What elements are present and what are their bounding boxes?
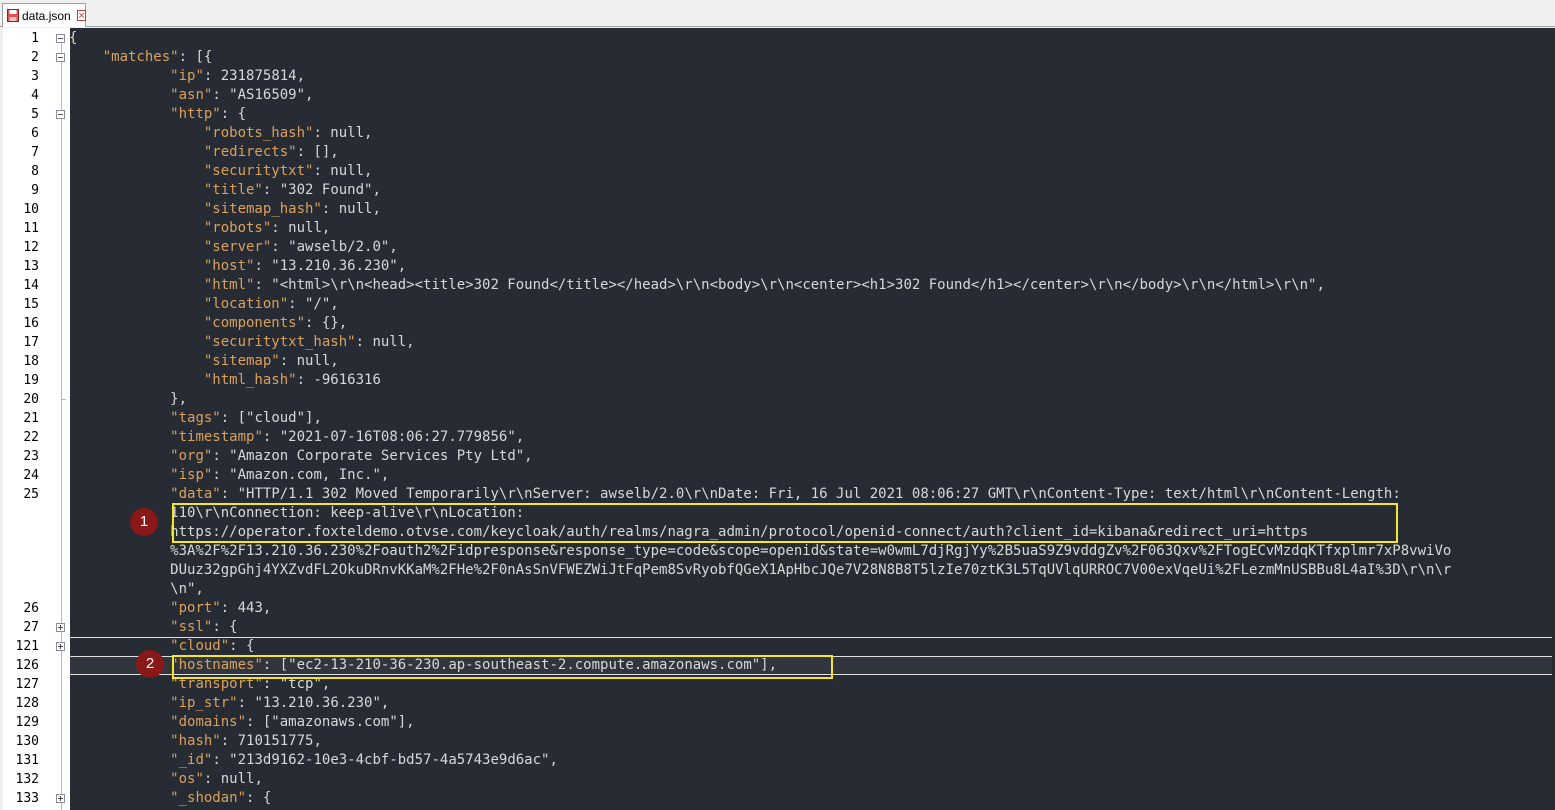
code-line[interactable]: "html_hash": -9616316 [69,371,381,390]
code-line[interactable]: "isp": "Amazon.com, Inc.", [69,466,389,485]
highlight-box-hostnames [172,655,833,679]
line-number: 129 [15,715,39,730]
code-line[interactable]: { [69,29,77,48]
line-number: 127 [15,677,39,692]
line-number: 15 [23,297,39,312]
code-line[interactable]: "tags": ["cloud"], [69,409,322,428]
close-x-icon[interactable]: × [76,10,87,21]
code-line[interactable]: "org": "Amazon Corporate Services Pty Lt… [69,447,532,466]
line-number: 2 [31,50,39,65]
fold-expand-icon[interactable] [56,642,65,651]
line-number: 1 [31,31,39,46]
line-number [3,561,39,580]
code-line[interactable]: "html": "<html>\r\n<head><title>302 Foun… [69,276,1325,295]
code-line[interactable]: "robots": null, [69,219,330,238]
code-line[interactable]: "_shodan": { [69,789,271,808]
line-number [3,542,39,561]
line-number [3,580,39,599]
code-line[interactable]: "location": "/", [69,295,339,314]
code-line[interactable]: "redirects": [], [69,143,339,162]
line-number: 7 [31,145,39,160]
line-number: 9 [31,183,39,198]
line-number: 8 [31,164,39,179]
code-line[interactable]: "hash": 710151775, [69,732,322,751]
code-line[interactable]: DUuz32gpGhj4YXZvdFL2OkuDRnvKKaM%2FHe%2F0… [69,561,1451,580]
line-number: 27 [23,620,39,635]
code-line[interactable]: "os": null, [69,770,263,789]
code-line[interactable]: "sitemap": null, [69,352,339,371]
fold-end-marker [61,399,66,400]
code-line[interactable]: "securitytxt_hash": null, [69,333,415,352]
line-number [3,504,39,523]
tab-data-json[interactable]: data.json × [2,3,87,27]
code-line[interactable]: "matches": [{ [69,48,213,67]
code-line[interactable]: "ip_str": "13.210.36.230", [69,694,389,713]
annotation-badge: 1 [130,508,158,536]
code-line[interactable]: "http": { [69,105,246,124]
code-line[interactable]: "timestamp": "2021-07-16T08:06:27.779856… [69,428,524,447]
line-number: 133 [15,791,39,806]
line-number: 10 [23,202,39,217]
save-disk-icon [7,8,19,23]
line-number [3,523,39,542]
line-number: 5 [31,107,39,122]
code-editor[interactable]: { "matches": [{ "ip": 231875814, "asn": … [3,28,1555,810]
line-number: 24 [23,468,39,483]
line-number: 17 [23,335,39,350]
fold-guide-line [61,43,62,810]
line-number: 128 [15,696,39,711]
code-line[interactable]: "server": "awselb/2.0", [69,238,398,257]
code-line[interactable]: "host": "13.210.36.230", [69,257,406,276]
fold-collapse-icon[interactable] [56,110,65,119]
highlight-box-location [172,503,1398,543]
line-number: 21 [23,411,39,426]
fold-separator [70,637,1555,638]
code-line[interactable]: "asn": "AS16509", [69,86,313,105]
fold-collapse-icon[interactable] [56,34,65,43]
code-line[interactable]: %3A%2F%2F13.210.36.230%2Foauth2%2Fidpres… [69,542,1451,561]
line-number: 130 [15,734,39,749]
code-line[interactable]: "domains": ["amazonaws.com"], [69,713,414,732]
line-number: 18 [23,354,39,369]
line-number: 121 [15,639,39,654]
line-number: 11 [23,221,39,236]
code-line[interactable]: "robots_hash": null, [69,124,373,143]
line-number: 3 [31,69,39,84]
line-number: 19 [23,373,39,388]
line-number: 126 [15,658,39,673]
code-line[interactable]: "data": "HTTP/1.1 302 Moved Temporarily\… [69,485,1401,504]
line-number: 25 [23,487,39,502]
line-number: 12 [23,240,39,255]
code-line[interactable]: "ssl": { [69,618,237,637]
line-number: 13 [23,259,39,274]
code-line[interactable]: "_id": "213d9162-10e3-4cbf-bd57-4a5743e9… [69,751,558,770]
line-number: 131 [15,753,39,768]
code-line[interactable]: "components": {}, [69,314,347,333]
line-number: 16 [23,316,39,331]
line-number: 14 [23,278,39,293]
fold-collapse-icon[interactable] [56,53,65,62]
line-number: 23 [23,449,39,464]
line-number: 20 [23,392,39,407]
code-line[interactable]: "securitytxt": null, [69,162,373,181]
annotation-badge: 2 [136,650,164,678]
tab-bar: data.json × [0,0,1555,27]
code-line[interactable]: "ip": 231875814, [69,67,305,86]
code-line[interactable]: "cloud": { [69,637,254,656]
line-number: 26 [23,601,39,616]
code-line[interactable]: }, [69,390,187,409]
code-line[interactable]: "title": "302 Found", [69,181,381,200]
line-number: 6 [31,126,39,141]
code-line[interactable]: "port": 443, [69,599,271,618]
fold-expand-icon[interactable] [56,794,65,803]
fold-expand-icon[interactable] [56,623,65,632]
line-number: 4 [31,88,39,103]
line-number: 22 [23,430,39,445]
code-line[interactable]: \n", [69,580,204,599]
code-line[interactable]: "sitemap_hash": null, [69,200,381,219]
tab-label: data.json [22,8,71,23]
line-number: 132 [15,772,39,787]
